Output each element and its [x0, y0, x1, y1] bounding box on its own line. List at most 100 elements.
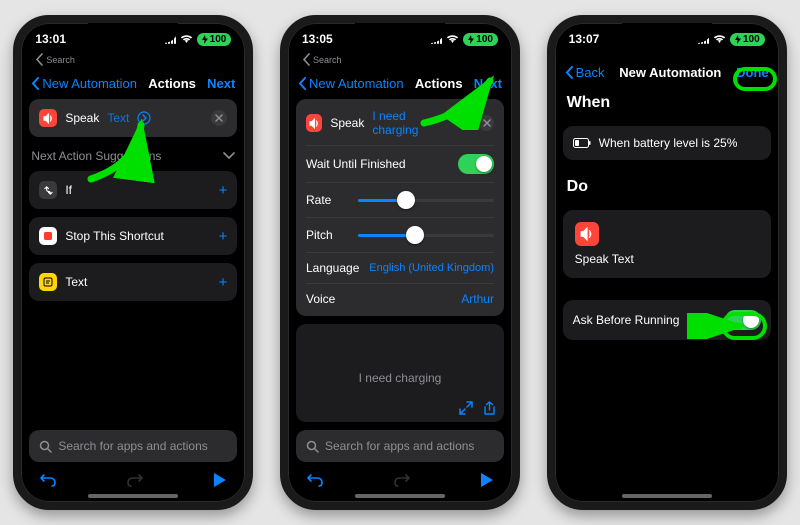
language-value: English (United Kingdom)	[369, 262, 494, 274]
plus-icon[interactable]: +	[219, 274, 228, 291]
when-text: When battery level is 25%	[599, 136, 738, 150]
play-icon[interactable]	[480, 472, 494, 488]
phone-1: 13:01 100 Search New Automation	[13, 15, 253, 510]
search-placeholder: Search for apps and actions	[325, 439, 474, 453]
pitch-slider[interactable]	[358, 226, 494, 244]
chevron-down-icon[interactable]	[457, 116, 471, 130]
nav-title: Actions	[148, 76, 196, 91]
back-button[interactable]: New Automation	[31, 76, 137, 91]
wait-row: Wait Until Finished	[306, 145, 494, 174]
chevron-down-icon	[223, 152, 235, 160]
status-search-back[interactable]: Search	[21, 53, 245, 70]
search-input[interactable]: Search for apps and actions	[29, 430, 237, 462]
status-search-back[interactable]: Search	[288, 53, 512, 70]
search-icon	[306, 440, 319, 453]
ask-row: Ask Before Running	[563, 300, 771, 340]
notch	[88, 23, 178, 43]
suggestion-label: Stop This Shortcut	[65, 229, 164, 243]
undo-icon[interactable]	[306, 472, 324, 488]
back-button[interactable]: New Automation	[298, 76, 404, 91]
home-indicator[interactable]	[622, 494, 712, 498]
phone-3: 13:07 100 Back New Automation Done Whe	[547, 15, 787, 510]
speak-text-value[interactable]: I need charging	[372, 109, 447, 137]
phone-2: 13:05 100 Search New Automation Action	[280, 15, 520, 510]
notch	[355, 23, 445, 43]
suggestion-stop[interactable]: Stop This Shortcut +	[29, 217, 237, 255]
battery-badge: 100	[463, 33, 498, 46]
back-button[interactable]: Back	[565, 65, 605, 80]
chevron-right-icon[interactable]	[137, 111, 151, 125]
pitch-label: Pitch	[306, 228, 350, 242]
voice-value: Arthur	[461, 292, 494, 306]
suggestions-header[interactable]: Next Action Suggestions	[31, 149, 235, 163]
suggestion-if[interactable]: If +	[29, 171, 237, 209]
nav-bar: Back New Automation Done	[555, 59, 779, 88]
plus-icon[interactable]: +	[219, 182, 228, 199]
clear-icon[interactable]	[479, 115, 494, 131]
language-row[interactable]: Language English (United Kingdom)	[306, 252, 494, 275]
language-label: Language	[306, 261, 359, 275]
expand-icon[interactable]	[459, 401, 473, 416]
clear-icon[interactable]	[211, 110, 227, 126]
status-time: 13:01	[35, 32, 66, 46]
preview-card[interactable]: I need charging	[296, 324, 504, 422]
speak-icon	[575, 222, 599, 246]
plus-icon[interactable]: +	[219, 228, 228, 245]
status-time: 13:07	[569, 32, 600, 46]
rate-slider[interactable]	[358, 191, 494, 209]
ask-toggle[interactable]	[725, 310, 761, 330]
do-action-label: Speak Text	[575, 252, 759, 266]
search-placeholder: Search for apps and actions	[58, 439, 207, 453]
notch	[622, 23, 712, 43]
battery-icon	[573, 138, 591, 148]
wifi-icon	[180, 34, 193, 44]
suggestion-label: Text	[65, 275, 87, 289]
suggestion-text[interactable]: Text +	[29, 263, 237, 301]
when-title: When	[567, 94, 767, 112]
voice-label: Voice	[306, 292, 335, 306]
action-speak-card[interactable]: Speak Text	[29, 99, 237, 137]
wait toggle[interactable]	[458, 154, 494, 174]
redo-icon[interactable]	[126, 472, 144, 488]
text-icon	[39, 273, 57, 291]
speak-text-placeholder[interactable]: Text	[107, 111, 129, 125]
speak-icon	[39, 109, 57, 127]
wifi-icon	[713, 34, 726, 44]
nav-bar: New Automation Actions Next	[288, 70, 512, 99]
do-title: Do	[567, 178, 767, 196]
nav-title: Actions	[415, 76, 463, 91]
speak-config-card: Speak I need charging Wait Until Finishe…	[296, 99, 504, 316]
search-icon	[39, 440, 52, 453]
speak-icon	[306, 114, 322, 132]
home-indicator[interactable]	[88, 494, 178, 498]
redo-icon[interactable]	[393, 472, 411, 488]
rate-label: Rate	[306, 193, 350, 207]
preview-text: I need charging	[359, 371, 442, 385]
search-input[interactable]: Search for apps and actions	[296, 430, 504, 462]
battery-badge: 100	[197, 33, 232, 46]
voice-row[interactable]: Voice Arthur	[306, 283, 494, 316]
suggestion-label: If	[65, 183, 72, 197]
wifi-icon	[446, 34, 459, 44]
pitch-row: Pitch	[306, 217, 494, 244]
when-row[interactable]: When battery level is 25%	[563, 126, 771, 160]
action-speak-row[interactable]: Speak I need charging	[306, 109, 494, 137]
share-icon[interactable]	[483, 401, 496, 416]
undo-icon[interactable]	[39, 472, 57, 488]
if-icon	[39, 181, 57, 199]
nav-bar: New Automation Actions Next	[21, 70, 245, 99]
ask-label: Ask Before Running	[573, 313, 680, 327]
do-row[interactable]: Speak Text	[563, 210, 771, 278]
wait-label: Wait Until Finished	[306, 157, 406, 171]
status-time: 13:05	[302, 32, 333, 46]
rate-row: Rate	[306, 182, 494, 209]
play-icon[interactable]	[213, 472, 227, 488]
stop-icon	[39, 227, 57, 245]
next-button[interactable]: Next	[474, 76, 502, 91]
next-button[interactable]: Next	[207, 76, 235, 91]
action-label: Speak	[65, 111, 99, 125]
battery-badge: 100	[730, 33, 765, 46]
home-indicator[interactable]	[355, 494, 445, 498]
done-button[interactable]: Done	[736, 65, 769, 80]
nav-title: New Automation	[619, 65, 721, 80]
